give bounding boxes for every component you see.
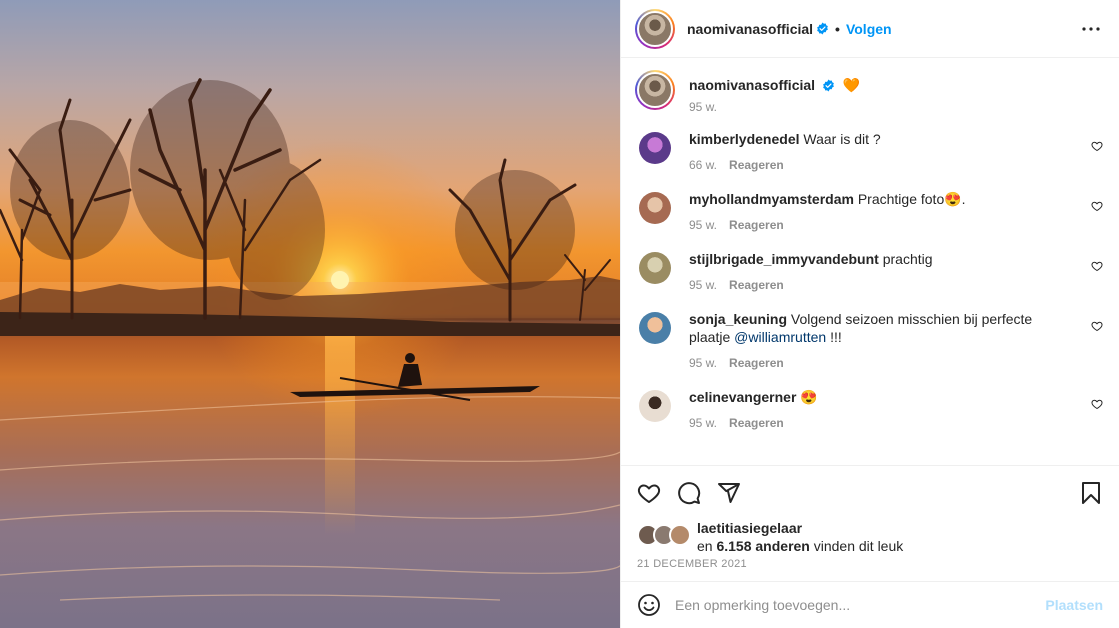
emoji-icon[interactable] bbox=[637, 593, 661, 617]
like-comment-icon[interactable] bbox=[1091, 398, 1103, 410]
caption-avatar[interactable] bbox=[635, 70, 675, 110]
commenter-avatar[interactable] bbox=[639, 312, 671, 344]
comment-text: 😍 bbox=[800, 389, 818, 405]
comment-time[interactable]: 95 w. bbox=[689, 278, 717, 292]
comment-time[interactable]: 66 w. bbox=[689, 158, 717, 172]
post-caption: naomivanasofficial 🧡 95 w. bbox=[635, 70, 1103, 114]
comment-username[interactable]: myhollandmyamsterdam bbox=[689, 191, 854, 207]
verified-badge-icon bbox=[823, 79, 834, 92]
reply-button[interactable]: Reageren bbox=[729, 416, 784, 430]
comment-text: Prachtige foto😍. bbox=[857, 191, 966, 207]
like-comment-icon[interactable] bbox=[1091, 200, 1103, 212]
post-photo[interactable] bbox=[0, 0, 620, 628]
comment-text: prachtig bbox=[882, 251, 933, 267]
save-bookmark-icon[interactable] bbox=[1079, 481, 1103, 505]
comment-input[interactable] bbox=[675, 597, 1046, 613]
comment-time[interactable]: 95 w. bbox=[689, 218, 717, 232]
comment-username[interactable]: sonja_keuning bbox=[689, 311, 787, 327]
post-actions: laetitiasiegelaar en 6.158 anderen vinde… bbox=[621, 465, 1119, 570]
add-comment-bar: Plaatsen bbox=[621, 581, 1119, 628]
caption-time[interactable]: 95 w. bbox=[689, 100, 717, 114]
comment-username[interactable]: celinevangerner bbox=[689, 389, 796, 405]
verified-badge-icon bbox=[817, 22, 828, 35]
like-comment-icon[interactable] bbox=[1091, 320, 1103, 332]
comment-username[interactable]: kimberlydenedel bbox=[689, 131, 800, 147]
caption-username[interactable]: naomivanasofficial bbox=[689, 77, 815, 93]
comment-username[interactable]: stijlbrigade_immyvandebunt bbox=[689, 251, 879, 267]
comment-time[interactable]: 95 w. bbox=[689, 416, 717, 430]
follow-button[interactable]: Volgen bbox=[846, 21, 892, 37]
header-username[interactable]: naomivanasofficial bbox=[687, 21, 813, 37]
commenter-avatar[interactable] bbox=[639, 192, 671, 224]
mention-link[interactable]: @williamrutten bbox=[734, 329, 826, 345]
likes-count-link[interactable]: 6.158 anderen bbox=[716, 538, 809, 554]
comment-time[interactable]: 95 w. bbox=[689, 356, 717, 370]
commenter-avatar[interactable] bbox=[639, 252, 671, 284]
commenter-avatar[interactable] bbox=[639, 132, 671, 164]
profile-avatar[interactable] bbox=[635, 8, 675, 49]
reply-button[interactable]: Reageren bbox=[729, 356, 784, 370]
post-date[interactable]: 21 DECEMBER 2021 bbox=[637, 558, 1103, 570]
comment-icon[interactable] bbox=[677, 481, 701, 505]
sunset-rowing-image bbox=[0, 0, 620, 628]
more-options-icon[interactable] bbox=[1079, 17, 1103, 41]
comment-item: myhollandmyamsterdam Prachtige foto😍. 95… bbox=[635, 190, 1103, 232]
like-comment-icon[interactable] bbox=[1091, 260, 1103, 272]
comments-list[interactable]: naomivanasofficial 🧡 95 w. kimberlydened… bbox=[621, 58, 1119, 465]
first-liker-username[interactable]: laetitiasiegelaar bbox=[697, 520, 802, 536]
comment-item: kimberlydenedel Waar is dit ? 66 w. Reage… bbox=[635, 130, 1103, 172]
reply-button[interactable]: Reageren bbox=[729, 158, 784, 172]
comment-item: celinevangerner 😍 95 w. Reageren bbox=[635, 388, 1103, 430]
header-separator: • bbox=[835, 20, 840, 37]
likes-prefix: en bbox=[697, 538, 713, 554]
liker-avatars[interactable] bbox=[637, 524, 693, 546]
comment-item: sonja_keuning Volgend seizoen misschien … bbox=[635, 310, 1103, 370]
commenter-avatar[interactable] bbox=[639, 390, 671, 422]
comment-text-after: !!! bbox=[830, 329, 842, 345]
likes-summary: laetitiasiegelaar en 6.158 anderen vinde… bbox=[637, 520, 1103, 555]
likes-suffix: vinden dit leuk bbox=[813, 538, 904, 554]
post-side-panel: naomivanasofficial • Volgen naomivanasof… bbox=[620, 0, 1119, 628]
post-header: naomivanasofficial • Volgen bbox=[621, 0, 1119, 58]
comment-item: stijlbrigade_immyvandebunt prachtig 95 w… bbox=[635, 250, 1103, 292]
caption-text: 🧡 bbox=[842, 77, 861, 93]
reply-button[interactable]: Reageren bbox=[729, 218, 784, 232]
like-comment-icon[interactable] bbox=[1091, 140, 1103, 152]
comment-text: Waar is dit ? bbox=[803, 131, 881, 147]
post-comment-button[interactable]: Plaatsen bbox=[1045, 597, 1103, 613]
share-icon[interactable] bbox=[717, 481, 741, 505]
reply-button[interactable]: Reageren bbox=[729, 278, 784, 292]
like-icon[interactable] bbox=[637, 481, 661, 505]
